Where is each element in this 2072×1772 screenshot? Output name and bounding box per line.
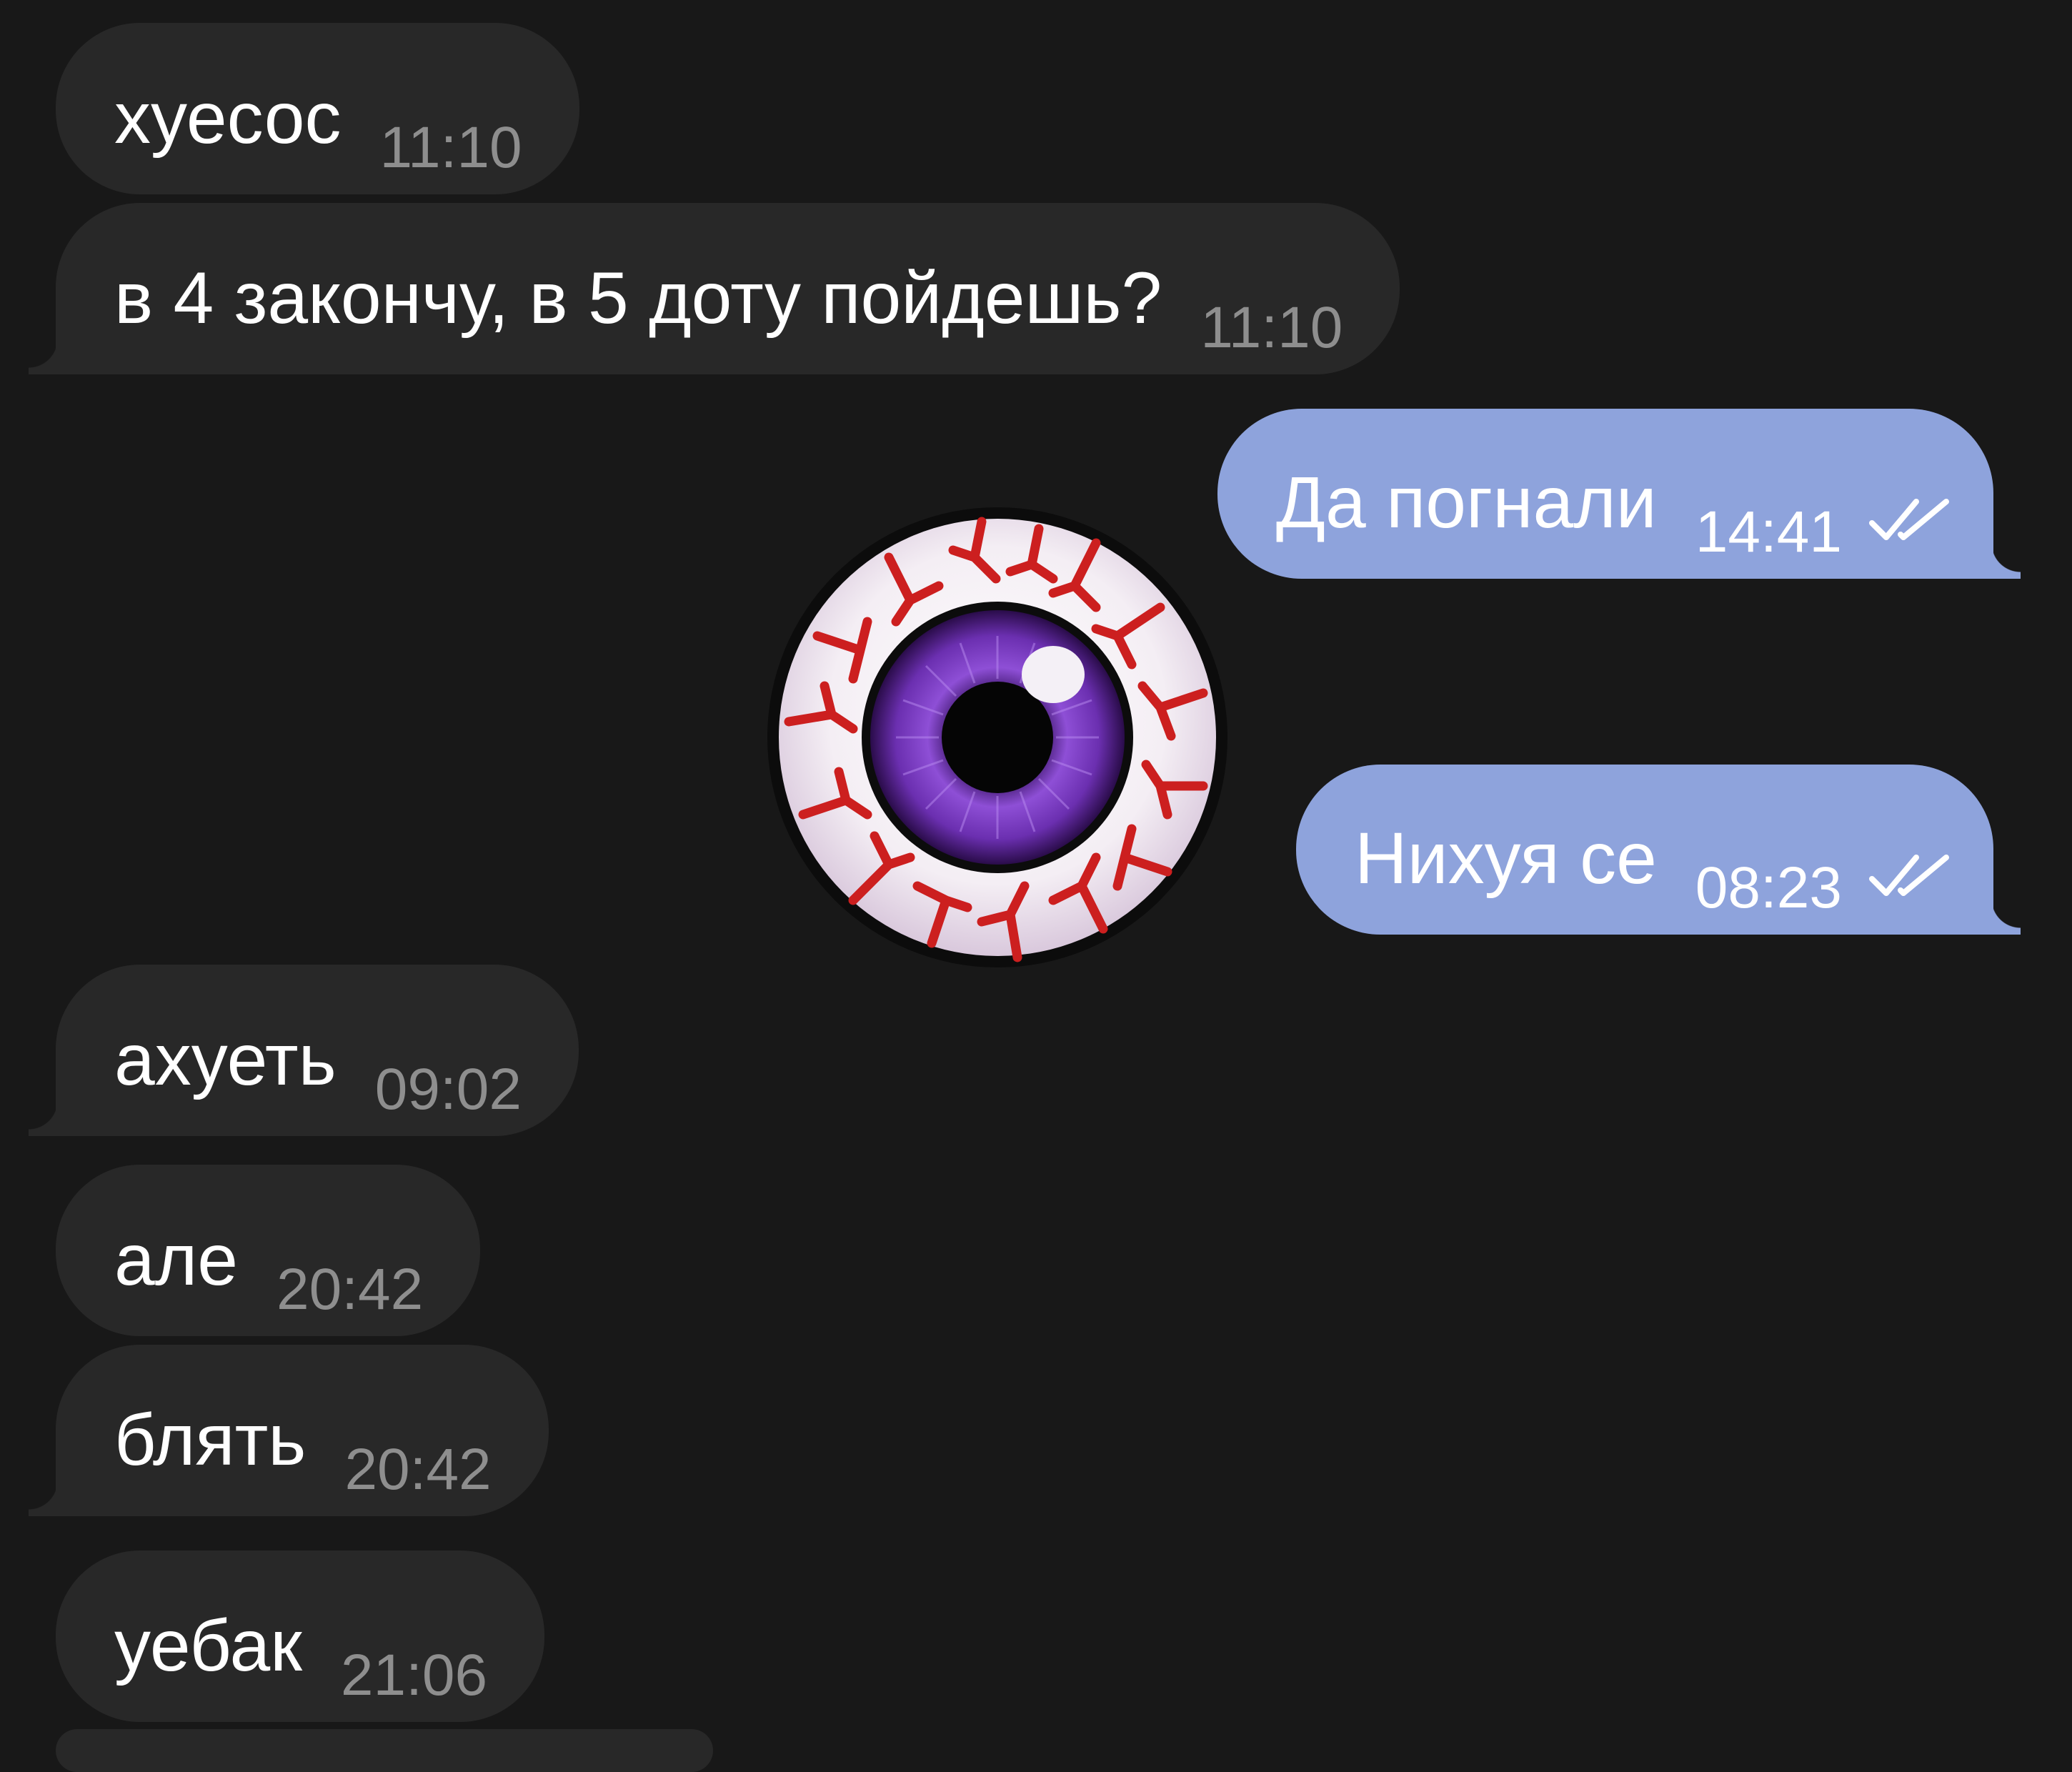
message-time: 21:06	[340, 1643, 488, 1708]
chat-message-list[interactable]: хуесос 11:10 в 4 закончу, в 5 доту пойде…	[0, 0, 2072, 1772]
message-time: 08:23	[1695, 855, 1842, 920]
message-text: блять	[114, 1399, 307, 1480]
message-text: в 4 закончу, в 5 доту пойдешь?	[114, 257, 1162, 339]
incoming-message[interactable]: в 4 закончу, в 5 доту пойдешь? 11:10	[28, 203, 1400, 374]
incoming-message-partial[interactable]	[56, 1729, 713, 1772]
message-time: 09:02	[374, 1057, 522, 1122]
incoming-message[interactable]: блять 20:42	[29, 1345, 549, 1516]
incoming-message[interactable]: хуесос 11:10	[56, 23, 579, 194]
double-check-icon	[1868, 494, 1952, 544]
message-time: 14:41	[1695, 499, 1842, 564]
message-text: Нихуя се	[1355, 817, 1657, 899]
message-text: уебак	[114, 1605, 302, 1686]
message-text: ахуеть	[114, 1019, 337, 1100]
incoming-message[interactable]: але 20:42	[56, 1165, 481, 1336]
message-text: хуесос	[114, 77, 342, 159]
incoming-message[interactable]: уебак 21:06	[56, 1550, 545, 1722]
message-text: Да погнали	[1275, 462, 1657, 543]
message-text: але	[114, 1219, 238, 1300]
message-time: 11:10	[1200, 295, 1343, 360]
message-time: 20:42	[276, 1257, 424, 1322]
eyeball-icon	[767, 507, 1227, 967]
outgoing-message[interactable]: Да погнали 14:41	[1217, 409, 2021, 579]
incoming-message[interactable]: ахуеть 09:02	[29, 965, 579, 1136]
bloodshot-eyeball-sticker[interactable]	[760, 500, 1235, 975]
double-check-icon	[1868, 850, 1952, 900]
outgoing-message[interactable]: Нихуя се 08:23	[1296, 765, 2021, 935]
message-time: 11:10	[379, 115, 522, 180]
message-time: 20:42	[344, 1437, 492, 1502]
